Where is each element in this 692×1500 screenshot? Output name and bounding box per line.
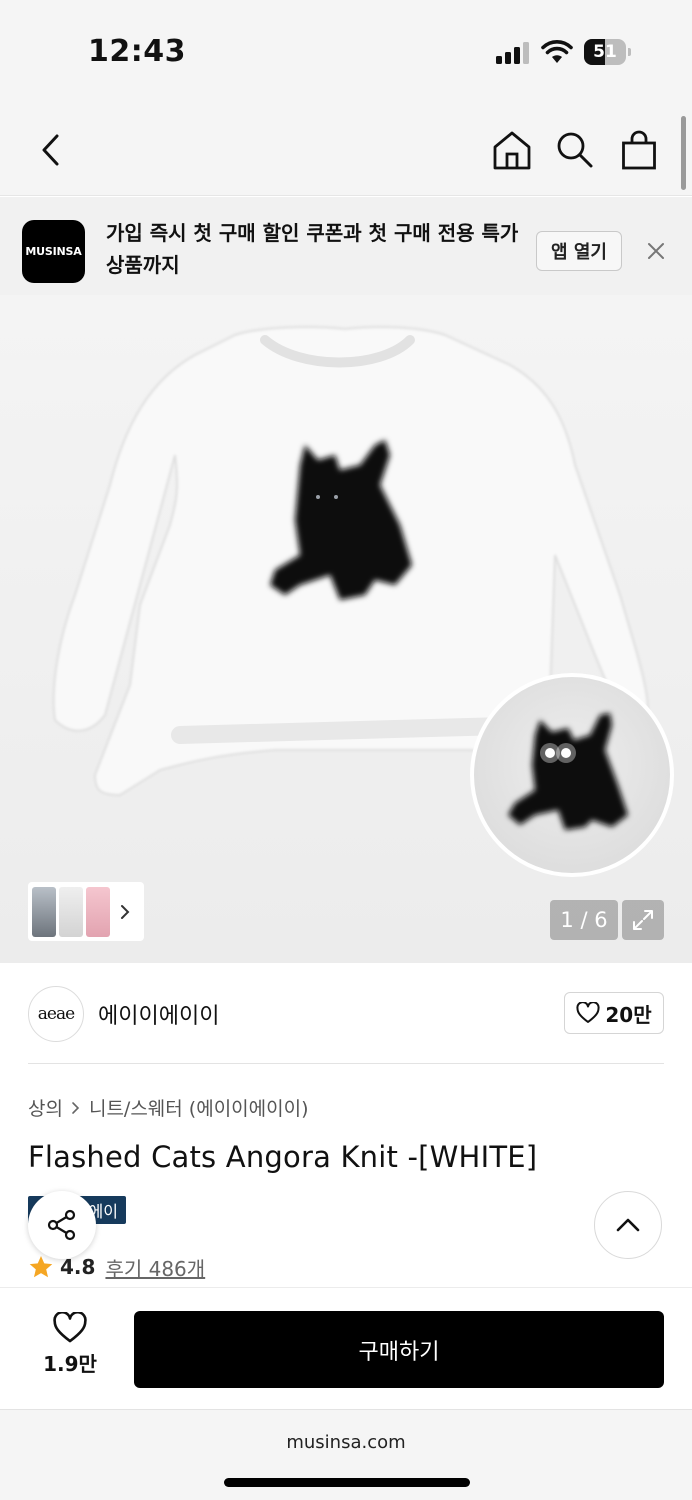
home-button[interactable] bbox=[486, 124, 538, 176]
battery-level: 51 bbox=[593, 42, 617, 62]
close-icon bbox=[648, 243, 664, 259]
chevron-left-icon bbox=[42, 134, 59, 166]
share-button[interactable] bbox=[28, 1191, 96, 1259]
brand-row[interactable]: aeae 에이이에이이 20만 bbox=[28, 984, 664, 1046]
expand-icon bbox=[633, 910, 653, 930]
breadcrumb: 상의 니트/스웨터 (에이이에이이) bbox=[28, 1094, 309, 1121]
musinsa-logo: MUSINSA bbox=[22, 220, 85, 283]
shopping-bag-icon bbox=[622, 130, 656, 170]
search-button[interactable] bbox=[549, 124, 601, 176]
bottom-action-bar: 1.9만 구매하기 bbox=[0, 1287, 692, 1409]
home-icon bbox=[493, 131, 531, 170]
product-image-gallery[interactable] bbox=[0, 295, 692, 963]
thumbnail-model[interactable] bbox=[32, 886, 56, 937]
cellular-signal-icon bbox=[496, 42, 532, 64]
brand-like-button[interactable]: 20만 bbox=[564, 992, 664, 1034]
brand-name[interactable]: 에이이에이이 bbox=[98, 998, 219, 1030]
rating-value: 4.8 bbox=[60, 1255, 96, 1279]
wifi-icon bbox=[541, 39, 573, 65]
battery-icon: 51 bbox=[584, 39, 631, 65]
product-photo bbox=[52, 326, 674, 877]
image-page-indicator: 1 / 6 bbox=[550, 900, 618, 940]
thumbnail-pink[interactable] bbox=[86, 886, 110, 937]
brand-like-count: 20만 bbox=[605, 1002, 652, 1027]
back-button[interactable] bbox=[24, 124, 76, 176]
status-bar: 12:43 51 bbox=[0, 0, 692, 104]
heart-icon bbox=[576, 1002, 600, 1023]
chevron-right-icon bbox=[72, 1101, 80, 1114]
scrollbar[interactable] bbox=[681, 116, 686, 190]
product-title: Flashed Cats Angora Knit -[WHITE] bbox=[28, 1140, 538, 1174]
status-time: 12:43 bbox=[88, 34, 186, 69]
thumbnail-strip[interactable] bbox=[28, 882, 144, 941]
expand-button[interactable] bbox=[622, 900, 664, 940]
buy-button[interactable]: 구매하기 bbox=[134, 1311, 664, 1388]
banner-message: 가입 즉시 첫 구매 할인 쿠폰과 첫 구매 전용 특가 상품까지 bbox=[106, 221, 519, 277]
rating-row: 4.8 후기 486개 bbox=[28, 1252, 205, 1282]
brand-logo[interactable]: aeae bbox=[28, 986, 84, 1042]
search-icon bbox=[557, 132, 593, 168]
cart-button[interactable] bbox=[613, 124, 665, 176]
breadcrumb-category[interactable]: 상의 bbox=[28, 1094, 63, 1121]
breadcrumb-subcategory[interactable]: 니트/스웨터 (에이이에이이) bbox=[89, 1094, 309, 1121]
banner-close-button[interactable] bbox=[644, 239, 668, 263]
home-indicator bbox=[224, 1478, 470, 1487]
wishlist-button[interactable]: 1.9만 bbox=[30, 1312, 110, 1382]
browser-address-bar[interactable]: musinsa.com bbox=[0, 1409, 692, 1500]
share-icon bbox=[47, 1209, 76, 1241]
top-nav bbox=[0, 104, 692, 196]
wishlist-count: 1.9만 bbox=[43, 1352, 97, 1376]
thumbnail-white[interactable] bbox=[59, 886, 83, 937]
heart-icon bbox=[53, 1312, 87, 1343]
open-app-button[interactable]: 앱 열기 bbox=[536, 231, 622, 271]
scroll-to-top-button[interactable] bbox=[594, 1191, 662, 1259]
star-icon bbox=[29, 1255, 53, 1278]
chevron-right-icon bbox=[121, 904, 130, 919]
divider bbox=[28, 1063, 664, 1064]
app-promo-banner: MUSINSA 가입 즉시 첫 구매 할인 쿠폰과 첫 구매 전용 특가 상품까… bbox=[0, 197, 692, 295]
review-link[interactable]: 후기 486개 bbox=[105, 1253, 205, 1282]
chevron-up-icon bbox=[616, 1218, 640, 1232]
url-text[interactable]: musinsa.com bbox=[0, 1432, 692, 1453]
